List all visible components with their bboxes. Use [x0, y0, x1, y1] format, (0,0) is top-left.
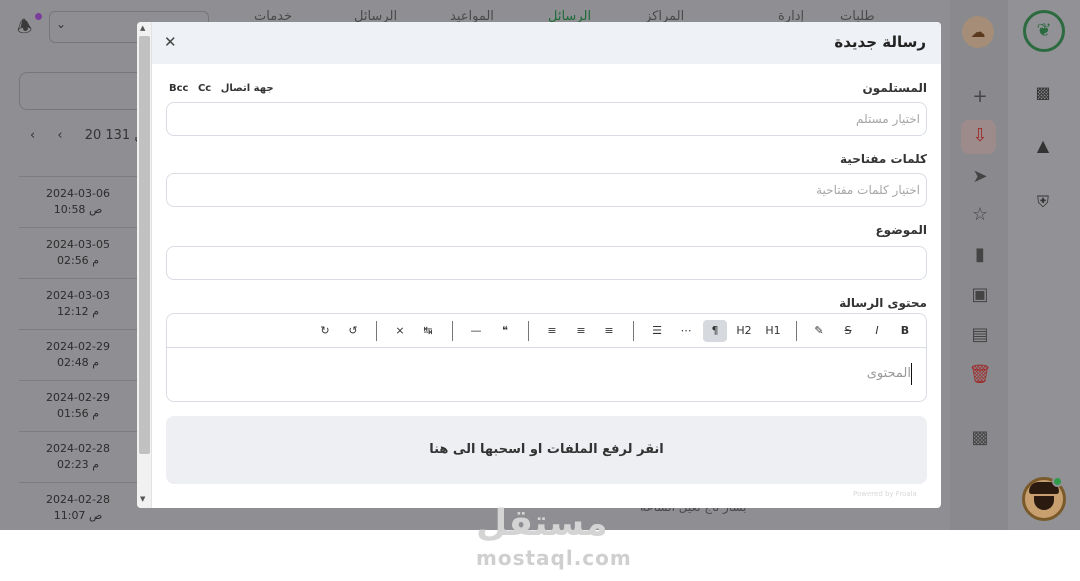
time: 02:48 م [56, 356, 99, 369]
contacts-icon[interactable]: ▩ [968, 427, 992, 448]
clear-format-icon[interactable]: ⨯ [388, 320, 412, 342]
date: 2024-03-06 [46, 187, 110, 200]
watermark-latin: mostaql.com [476, 546, 632, 570]
horizontal-rule-icon[interactable]: — [464, 320, 488, 342]
date: 2024-02-29 [46, 340, 110, 353]
modal-title: رسالة جديدة [834, 33, 926, 51]
main-sidebar [1008, 0, 1080, 530]
bullet-list-icon[interactable]: ⋯ [674, 320, 698, 342]
logo: ❦ [1023, 10, 1065, 52]
folder-rail [950, 0, 1008, 530]
subject-label: الموضوع [875, 223, 927, 237]
date: 2024-02-28 [46, 442, 110, 455]
shapes-icon[interactable]: ▲ [1032, 136, 1054, 155]
keywords-label: كلمات مفتاحية [840, 152, 927, 166]
powered-by-text[interactable]: Powered by Froala [853, 490, 917, 498]
online-status-dot [1052, 476, 1063, 487]
subject-field[interactable] [166, 246, 927, 280]
recipients-input[interactable] [167, 103, 926, 135]
cc-link[interactable]: Cc [198, 83, 211, 94]
ordered-list-icon[interactable]: ☰ [645, 320, 669, 342]
archive-icon[interactable]: ▣ [968, 284, 992, 305]
cloud-icon[interactable]: ☁ [962, 16, 994, 48]
send-icon[interactable]: ➤ [968, 166, 992, 187]
subject-input[interactable] [167, 247, 926, 279]
editor-content-area[interactable]: المحتوى [167, 349, 926, 401]
scroll-down-icon[interactable]: ▼ [140, 495, 145, 503]
message-date-list: 2024-03-06 10:58 ص 2024-03-05 02:56 م 2024… [19, 176, 137, 530]
time: 02:56 م [56, 254, 99, 267]
chevron-left-icon[interactable]: ‹ [57, 128, 62, 143]
toolbar-divider [528, 321, 529, 341]
bold-button[interactable]: B [893, 320, 917, 342]
keywords-field[interactable] [166, 173, 927, 207]
editor-placeholder: المحتوى [866, 366, 911, 381]
list-item[interactable]: 2024-02-28 11:07 ص [19, 482, 137, 530]
strike-button[interactable]: S [836, 320, 860, 342]
search-input[interactable] [19, 72, 149, 110]
date: 2024-03-05 [46, 238, 110, 251]
align-left-icon[interactable]: ≡ [540, 320, 564, 342]
bcc-link[interactable]: Bcc [169, 83, 188, 94]
editor-toolbar: ↻ ↺ ⨯ ↹ — ❝ ≡ ≡ ≡ ☰ ⋯ ¶ H2 H1 ✎ S I B [167, 314, 926, 348]
list-item[interactable]: 2024-02-29 02:48 م [19, 329, 137, 380]
time: 02:23 م [56, 458, 99, 471]
scroll-thumb[interactable] [139, 36, 150, 454]
date: 2024-02-28 [46, 493, 110, 506]
gift-icon[interactable]: ▩ [1032, 83, 1054, 102]
highlight-icon[interactable]: ✎ [807, 320, 831, 342]
recipients-field[interactable] [166, 102, 927, 136]
toolbar-divider [452, 321, 453, 341]
document-icon[interactable]: ▤ [968, 324, 992, 345]
cc-links: Bcc Cc جهة اتصال [169, 83, 280, 94]
scroll-up-icon[interactable]: ▲ [140, 24, 145, 32]
hard-break-icon[interactable]: ↹ [416, 320, 440, 342]
time: 10:58 ص [53, 203, 103, 216]
plus-icon[interactable]: + [968, 86, 992, 107]
align-center-icon[interactable]: ≡ [569, 320, 593, 342]
list-item[interactable]: 2024-03-05 02:56 م [19, 227, 137, 278]
list-item[interactable]: 2024-03-06 10:58 ص [19, 176, 137, 227]
rich-text-editor: ↻ ↺ ⨯ ↹ — ❝ ≡ ≡ ≡ ☰ ⋯ ¶ H2 H1 ✎ S I B ال… [166, 313, 927, 402]
keywords-input[interactable] [167, 174, 926, 206]
chevron-down-icon: ⌄ [56, 17, 67, 31]
recipients-label: المستلمون [862, 81, 927, 95]
heading-2-button[interactable]: H2 [732, 320, 756, 342]
paragraph-button[interactable]: ¶ [703, 320, 727, 342]
close-icon[interactable]: ✕ [164, 33, 177, 51]
notification-dot [33, 11, 44, 22]
watermark-arabic: مستقل [476, 503, 608, 544]
star-icon[interactable]: ☆ [968, 204, 992, 225]
contact-link[interactable]: جهة اتصال [221, 83, 274, 94]
undo-icon[interactable]: ↺ [341, 320, 365, 342]
align-right-icon[interactable]: ≡ [597, 320, 621, 342]
toolbar-divider [376, 321, 377, 341]
time: 12:12 م [56, 305, 99, 318]
inbox-icon[interactable]: ⇩ [968, 125, 992, 146]
italic-button[interactable]: I [865, 320, 889, 342]
time: 11:07 ص [53, 509, 103, 522]
content-label: محتوى الرسالة [839, 296, 927, 310]
chevron-left-icon[interactable]: ‹ [30, 128, 35, 143]
time: 01:56 م [56, 407, 99, 420]
blockquote-icon[interactable]: ❝ [493, 320, 517, 342]
redo-icon[interactable]: ↻ [313, 320, 337, 342]
text-caret [911, 363, 912, 385]
list-item[interactable]: 2024-03-03 12:12 م [19, 278, 137, 329]
list-item[interactable]: 2024-02-29 01:56 م [19, 380, 137, 431]
new-message-modal: ▲ ▼ ✕ رسالة جديدة المستلمون Bcc Cc جهة ا… [137, 22, 941, 508]
tag-icon[interactable]: ▮ [968, 244, 992, 265]
modal-scrollbar[interactable]: ▲ ▼ [137, 22, 152, 508]
shield-icon[interactable]: ⛨ [1032, 192, 1054, 212]
toolbar-divider [796, 321, 797, 341]
heading-1-button[interactable]: H1 [761, 320, 785, 342]
list-item[interactable]: 2024-02-28 02:23 م [19, 431, 137, 482]
toolbar-divider [633, 321, 634, 341]
modal-header: ✕ رسالة جديدة [152, 22, 941, 64]
trash-icon[interactable]: 🗑 [968, 364, 992, 385]
date: 2024-03-03 [46, 289, 110, 302]
date: 2024-02-29 [46, 391, 110, 404]
file-dropzone[interactable]: انقر لرفع الملفات او اسحبها الى هنا [166, 416, 927, 484]
